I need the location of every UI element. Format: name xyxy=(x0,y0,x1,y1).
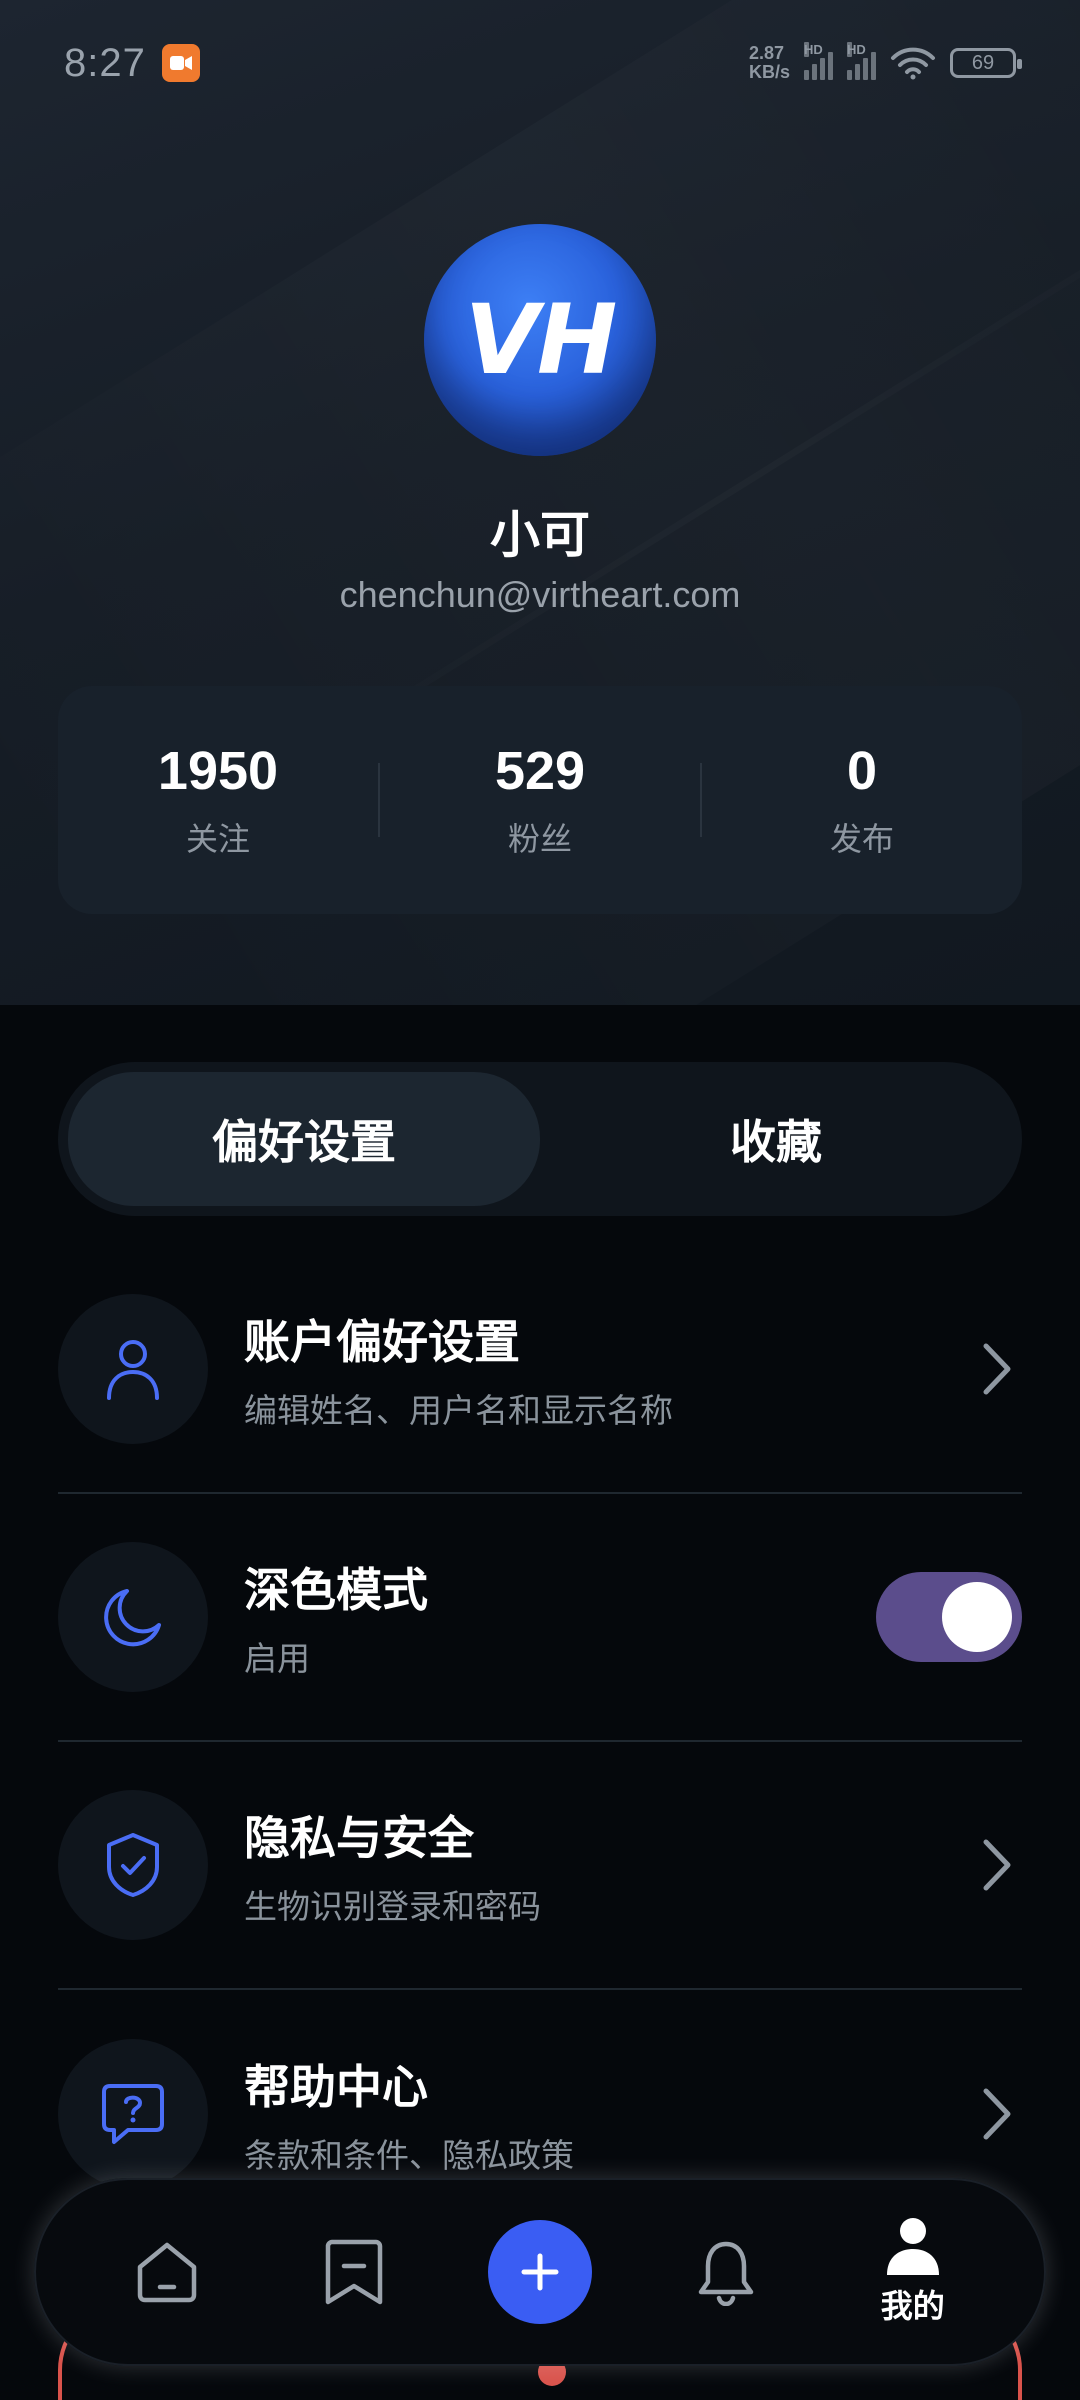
wifi-icon xyxy=(891,47,935,80)
battery-icon: 69 xyxy=(950,48,1022,78)
stat-value: 0 xyxy=(846,741,878,801)
help-chat-icon xyxy=(58,2039,208,2189)
avatar[interactable]: VH xyxy=(424,224,656,456)
setting-account-preferences[interactable]: 账户偏好设置 编辑姓名、用户名和显示名称 xyxy=(58,1246,1022,1494)
stat-label: 发布 xyxy=(829,821,894,857)
bookmark-icon xyxy=(325,2239,382,2305)
setting-subtitle: 条款和条件、隐私政策 xyxy=(244,2137,574,2174)
tab-preferences[interactable]: 偏好设置 xyxy=(68,1072,540,1206)
tab-favorites[interactable]: 收藏 xyxy=(540,1072,1012,1206)
status-bar: 8:27 2.87 KB/s HD HD 69 xyxy=(0,0,1080,126)
status-time: 8:27 xyxy=(64,40,146,85)
chevron-right-icon xyxy=(983,1343,1011,1395)
nav-home[interactable] xyxy=(102,2239,232,2305)
chevron-right-icon xyxy=(983,1839,1011,1891)
nav-notifications[interactable] xyxy=(661,2238,791,2306)
setting-dark-mode[interactable]: 深色模式 启用 xyxy=(58,1494,1022,1742)
toggle-knob xyxy=(942,1582,1012,1652)
stat-value: 1950 xyxy=(157,741,279,801)
avatar-initials: VH xyxy=(464,284,618,396)
battery-level: 69 xyxy=(971,51,995,74)
setting-privacy-security[interactable]: 隐私与安全 生物识别登录和密码 xyxy=(58,1742,1022,1990)
dark-mode-toggle[interactable] xyxy=(876,1572,1022,1662)
network-speed: 2.87 KB/s xyxy=(748,43,790,82)
user-icon xyxy=(58,1294,208,1444)
stat-followers[interactable]: 529 粉丝 xyxy=(380,740,700,860)
nav-saved[interactable] xyxy=(289,2238,419,2306)
setting-subtitle: 启用 xyxy=(244,1640,310,1677)
setting-title: 帮助中心 xyxy=(244,2061,428,2113)
moon-icon xyxy=(58,1542,208,1692)
nav-profile[interactable]: 我的 xyxy=(848,2217,978,2327)
stat-posts[interactable]: 0 发布 xyxy=(702,740,1022,860)
add-button[interactable] xyxy=(487,2220,592,2324)
setting-title: 深色模式 xyxy=(244,1564,428,1616)
shield-check-icon xyxy=(58,1790,208,1940)
user-email: chenchun@virtheart.com xyxy=(339,574,741,615)
bottom-navigation: 我的 xyxy=(34,2178,1046,2366)
stat-label: 关注 xyxy=(185,821,250,857)
profile-icon xyxy=(886,2218,939,2275)
nav-add[interactable] xyxy=(475,2220,605,2324)
bell-icon xyxy=(699,2241,754,2306)
home-icon xyxy=(137,2242,197,2303)
signal-icon: HD xyxy=(804,42,833,80)
stats-card: 1950 关注 529 粉丝 0 发布 xyxy=(58,686,1022,914)
chevron-right-icon xyxy=(983,2088,1011,2140)
stat-value: 529 xyxy=(494,741,586,801)
setting-subtitle: 生物识别登录和密码 xyxy=(244,1888,541,1925)
stat-label: 粉丝 xyxy=(507,821,572,857)
setting-title: 账户偏好设置 xyxy=(244,1316,520,1368)
plus-icon xyxy=(521,2253,559,2291)
user-name: 小可 xyxy=(490,507,590,563)
setting-subtitle: 编辑姓名、用户名和显示名称 xyxy=(244,1392,673,1429)
signal-icon: HD xyxy=(847,42,876,80)
screen-record-icon xyxy=(161,44,200,82)
segmented-tabs: 偏好设置 收藏 xyxy=(58,1062,1022,1216)
nav-label: 我的 xyxy=(880,2288,945,2324)
settings-list: 账户偏好设置 编辑姓名、用户名和显示名称 深色模式 启用 隐私与安全 生物识别登… xyxy=(58,1246,1022,2238)
stat-following[interactable]: 1950 关注 xyxy=(58,740,378,860)
setting-title: 隐私与安全 xyxy=(244,1812,474,1864)
